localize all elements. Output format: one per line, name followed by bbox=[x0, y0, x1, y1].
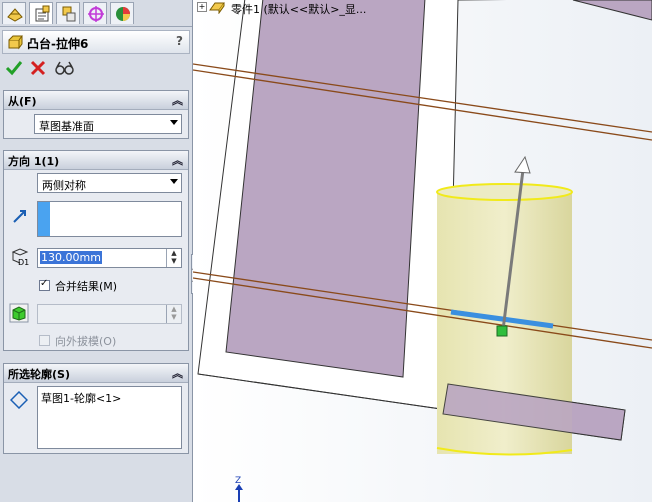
tab-dimxpert[interactable] bbox=[83, 2, 107, 24]
property-manager-icon bbox=[35, 5, 50, 22]
depth-value: 130.00mm bbox=[40, 251, 102, 264]
spin-up-icon[interactable]: ▲ bbox=[167, 249, 181, 257]
collapse-chevron-icon[interactable]: ︽ bbox=[172, 365, 183, 381]
from-group-header[interactable]: 从(F) ︽ bbox=[4, 91, 188, 110]
start-condition-value: 草图基准面 bbox=[39, 120, 94, 133]
handle-origin-icon[interactable] bbox=[496, 325, 508, 337]
expand-icon[interactable]: + bbox=[197, 2, 207, 12]
feature-title-bar: 凸台-拉伸6 ? bbox=[2, 30, 190, 54]
draft-spinner[interactable]: ▲ ▼ bbox=[166, 305, 181, 323]
draft-outward-label: 向外拔模(O) bbox=[55, 335, 117, 348]
end-condition-select[interactable]: 两侧对称 bbox=[37, 173, 182, 193]
detailed-preview-icon bbox=[55, 61, 74, 75]
merge-result-label: 合并结果(M) bbox=[55, 280, 118, 293]
feature-title: 凸台-拉伸6 bbox=[27, 37, 89, 51]
display-manager-icon bbox=[116, 7, 130, 21]
dropdown-arrow-icon bbox=[170, 179, 178, 184]
feature-tree-label[interactable]: 零件1 (默认<<默认>_显... bbox=[231, 1, 366, 17]
cylinder-top-edge bbox=[436, 183, 573, 201]
depth-symbol: D1 bbox=[18, 258, 30, 267]
boss-extrude-icon bbox=[8, 35, 23, 50]
direction1-group-header[interactable]: 方向 1(1) ︽ bbox=[4, 151, 188, 170]
depth-input[interactable]: 130.00mm ▲ ▼ bbox=[37, 248, 182, 268]
graphics-area[interactable]: Z bbox=[193, 0, 652, 502]
from-group-title: 从(F) bbox=[8, 95, 37, 108]
collapse-chevron-icon[interactable]: ︽ bbox=[172, 152, 183, 168]
selected-contours-group: 所选轮廓(S) ︽ 草图1-轮廓<1> bbox=[3, 363, 189, 454]
draft-outward-checkbox[interactable] bbox=[39, 335, 50, 346]
help-button[interactable]: ? bbox=[176, 34, 183, 48]
selected-contours-header[interactable]: 所选轮廓(S) ︽ bbox=[4, 364, 188, 383]
depth-spinner[interactable]: ▲ ▼ bbox=[166, 249, 181, 267]
direction-reference-box[interactable] bbox=[37, 201, 182, 237]
dropdown-arrow-icon bbox=[170, 120, 178, 125]
dimxpert-icon bbox=[88, 6, 104, 22]
end-condition-value: 两侧对称 bbox=[42, 179, 86, 192]
triad-z-axis-icon bbox=[235, 484, 243, 502]
configuration-manager-icon bbox=[62, 6, 76, 22]
direction1-group: 方向 1(1) ︽ 两侧对称 D1 130.00mm ▲ ▼ 合并结果(M) bbox=[3, 150, 189, 351]
ok-check-icon bbox=[5, 61, 23, 76]
contour-list-item[interactable]: 草图1-轮廓<1> bbox=[41, 390, 121, 406]
feature-manager-icon bbox=[7, 8, 23, 22]
direction1-group-title: 方向 1(1) bbox=[8, 155, 60, 168]
part-icon bbox=[209, 2, 225, 14]
ok-button[interactable] bbox=[4, 58, 26, 80]
selected-contours-title: 所选轮廓(S) bbox=[8, 368, 70, 381]
selection-focus-bar bbox=[38, 202, 50, 236]
contour-icon bbox=[10, 391, 28, 409]
manager-tabs bbox=[0, 0, 192, 27]
property-manager-panel: 凸台-拉伸6 ? 从(F) ︽ 草图基准面 方向 1(1) ︽ 两侧对称 D1 … bbox=[0, 0, 199, 502]
preview-button[interactable] bbox=[54, 58, 76, 80]
draft-angle-input[interactable]: ▲ ▼ bbox=[37, 304, 182, 324]
merge-result-checkbox[interactable] bbox=[39, 278, 50, 291]
collapse-chevron-icon[interactable]: ︽ bbox=[172, 92, 183, 108]
start-condition-select[interactable]: 草图基准面 bbox=[34, 114, 182, 134]
from-group: 从(F) ︽ 草图基准面 bbox=[3, 90, 189, 139]
cancel-x-icon bbox=[30, 60, 46, 76]
model-viewport bbox=[193, 0, 652, 502]
spin-down-icon[interactable]: ▼ bbox=[167, 257, 181, 265]
tab-feature-manager[interactable] bbox=[2, 2, 26, 24]
spin-up-icon[interactable]: ▲ bbox=[167, 305, 181, 313]
tab-display-manager[interactable] bbox=[110, 2, 134, 24]
contour-list[interactable]: 草图1-轮廓<1> bbox=[37, 386, 182, 449]
spin-down-icon[interactable]: ▼ bbox=[167, 313, 181, 321]
draft-icon[interactable] bbox=[9, 303, 29, 323]
cancel-button[interactable] bbox=[28, 58, 50, 80]
direction-arrow-icon[interactable] bbox=[12, 208, 28, 224]
tab-property-manager[interactable] bbox=[29, 2, 53, 24]
tab-configuration-manager[interactable] bbox=[56, 2, 80, 24]
